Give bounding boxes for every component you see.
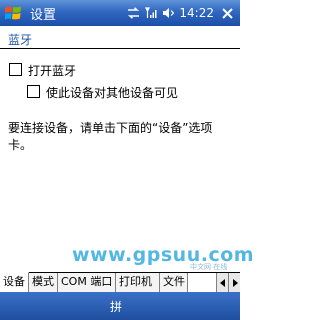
enable-bluetooth-label[interactable]: 打开蓝牙 — [28, 62, 76, 79]
section-title: 蓝牙 — [8, 33, 33, 47]
tab-devices[interactable]: 设备 — [0, 272, 29, 292]
input-method-button[interactable]: 拼 — [110, 298, 122, 315]
close-icon[interactable] — [221, 7, 234, 20]
watermark-subtext: 中文网 在线 — [190, 263, 228, 271]
instruction-text: 要连接设备，请单击下面的“设备”选项卡。 — [8, 121, 213, 152]
tab-com-ports[interactable]: COM 端口 — [58, 273, 116, 292]
tab-printer[interactable]: 打印机 — [116, 273, 160, 292]
section-header: 蓝牙 — [0, 26, 240, 50]
windows-start-icon[interactable] — [0, 0, 26, 26]
tab-scroll-right-icon[interactable] — [228, 273, 240, 292]
softkey-bar: 拼 — [0, 292, 240, 320]
section-divider — [0, 48, 240, 49]
discoverable-label[interactable]: 使此设备对其他设备可见 — [46, 84, 178, 101]
tab-scroll — [216, 273, 240, 292]
clock[interactable]: 14:22 — [179, 6, 214, 20]
discoverable-checkbox[interactable] — [27, 85, 40, 98]
volume-icon[interactable] — [162, 7, 175, 19]
tab-files[interactable]: 文件 — [160, 273, 188, 292]
title-bar: 设置 14:22 — [0, 0, 240, 26]
tab-scroll-left-icon[interactable] — [216, 273, 228, 292]
connectivity-icon[interactable] — [127, 7, 140, 19]
tab-bar: 设备 模式 COM 端口 打印机 文件 — [0, 272, 240, 292]
signal-icon[interactable] — [145, 7, 157, 19]
status-area: 14:22 — [127, 6, 234, 20]
tab-mode[interactable]: 模式 — [29, 273, 58, 292]
window-title: 设置 — [30, 7, 57, 23]
enable-bluetooth-checkbox[interactable] — [9, 63, 22, 76]
